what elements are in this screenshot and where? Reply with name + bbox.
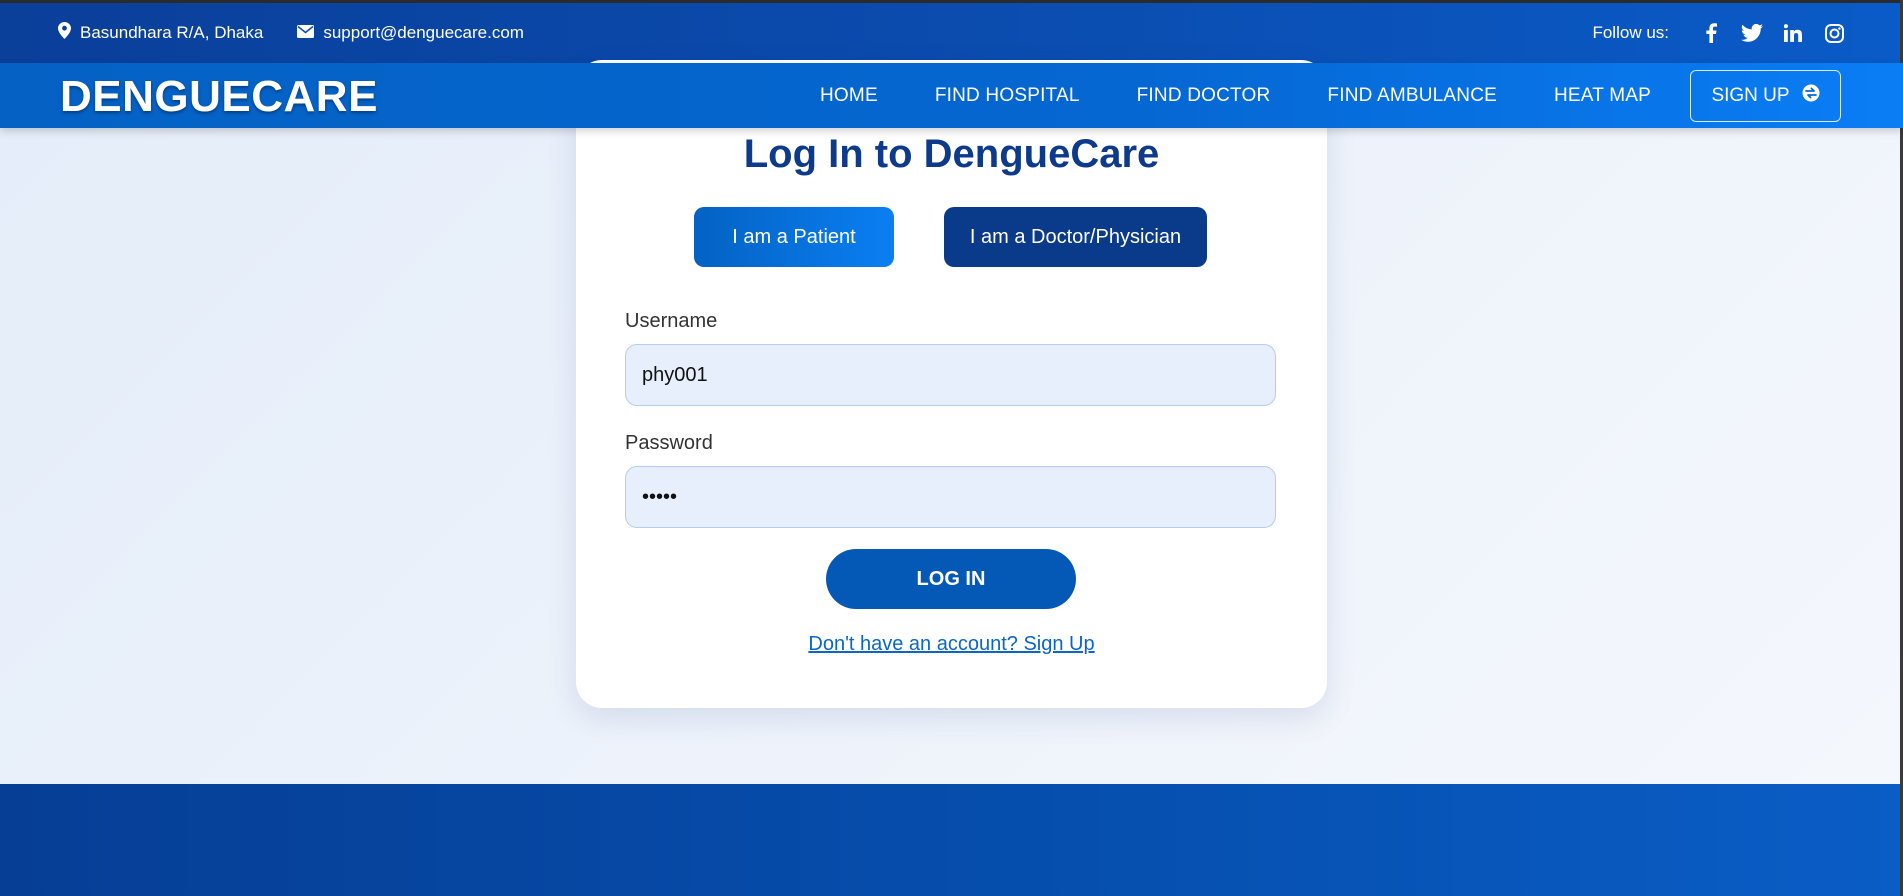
main-navbar: DENGUECARE HOME FIND HOSPITAL FIND DOCTO… <box>0 63 1903 128</box>
social-links: Follow us: <box>1592 20 1847 46</box>
doctor-role-button[interactable]: I am a Doctor/Physician <box>944 207 1207 267</box>
username-label: Username <box>625 310 718 332</box>
twitter-icon[interactable] <box>1739 20 1765 46</box>
nav-heat-map[interactable]: HEAT MAP <box>1554 85 1651 107</box>
facebook-icon[interactable] <box>1698 20 1724 46</box>
email-text[interactable]: support@denguecare.com <box>323 23 524 43</box>
location-text: Basundhara R/A, Dhaka <box>80 23 264 42</box>
brand-logo[interactable]: DENGUECARE <box>60 72 378 122</box>
nav-find-hospital[interactable]: FIND HOSPITAL <box>935 85 1080 107</box>
contact-info: Basundhara R/A, Dhaka support@denguecare… <box>58 22 558 44</box>
login-title: Log In to DengueCare <box>743 132 1160 176</box>
footer <box>0 784 1903 896</box>
signup-button[interactable]: SIGN UP <box>1690 69 1841 122</box>
signup-label: SIGN UP <box>1711 84 1790 106</box>
nav-menu: HOME FIND HOSPITAL FIND DOCTOR FIND AMBU… <box>820 63 1903 128</box>
location-item: Basundhara R/A, Dhaka <box>58 22 263 44</box>
password-input[interactable]: ••••• <box>625 466 1276 528</box>
envelope-icon <box>297 23 323 43</box>
login-button[interactable]: LOG IN <box>826 549 1076 609</box>
nav-home[interactable]: HOME <box>820 85 878 107</box>
email-item[interactable]: support@denguecare.com <box>297 23 524 43</box>
linkedin-icon[interactable] <box>1780 20 1806 46</box>
nav-find-ambulance[interactable]: FIND AMBULANCE <box>1327 85 1497 107</box>
follow-label: Follow us: <box>1592 23 1669 42</box>
instagram-icon[interactable] <box>1821 20 1847 46</box>
patient-role-button[interactable]: I am a Patient <box>694 207 894 267</box>
password-label: Password <box>625 432 713 454</box>
signup-link[interactable]: Don't have an account? Sign Up <box>0 633 1903 656</box>
username-input[interactable]: phy001 <box>625 344 1276 406</box>
nav-find-doctor[interactable]: FIND DOCTOR <box>1137 85 1271 107</box>
map-pin-icon <box>58 22 80 44</box>
sign-in-arrow-icon <box>1790 84 1820 108</box>
top-info-bar: Basundhara R/A, Dhaka support@denguecare… <box>0 0 1903 63</box>
